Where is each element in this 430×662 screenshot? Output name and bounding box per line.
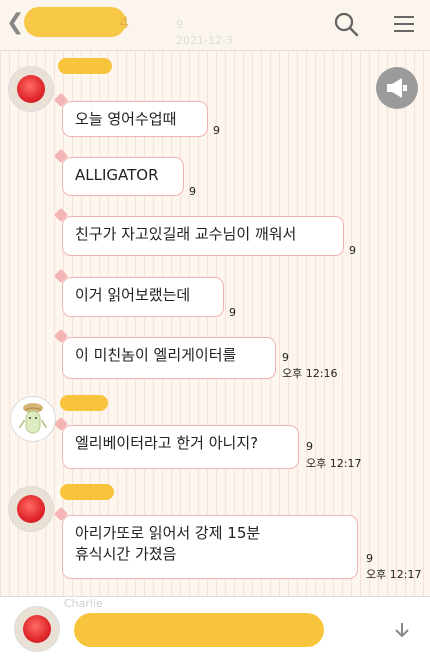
message-bubble[interactable]: 아리가또로 읽어서 강제 15분 휴식시간 가졌음 bbox=[62, 515, 358, 579]
chat-header: ❮ 4 9 2021-12-3 bbox=[0, 0, 430, 51]
sender-name-redacted bbox=[60, 395, 108, 411]
sender-name-redacted bbox=[58, 58, 112, 74]
message-bubble[interactable]: 이 미친놈이 엘리게이터를 bbox=[62, 337, 276, 379]
megaphone-icon[interactable] bbox=[376, 67, 418, 109]
unread-count: 9 bbox=[349, 244, 356, 257]
message-bubble[interactable]: 친구가 자고있길래 교수님이 깨워서 bbox=[62, 216, 344, 256]
faded-sender-name: Charlie bbox=[64, 597, 103, 610]
message-line: 아리가또로 읽어서 강제 15분 bbox=[75, 524, 261, 542]
message-line: 휴식시간 가졌음 bbox=[75, 545, 177, 563]
chevron-left-icon[interactable]: ❮ bbox=[6, 10, 24, 35]
message-timestamp: 오후 12:17 bbox=[306, 457, 362, 470]
message-timestamp: 오후 12:16 bbox=[282, 367, 338, 380]
bottom-preview-bar: Charlie bbox=[0, 596, 430, 662]
search-icon[interactable] bbox=[333, 11, 359, 37]
faded-number: 9 bbox=[176, 18, 183, 31]
member-count: 4 bbox=[119, 13, 130, 32]
avatar[interactable] bbox=[14, 606, 60, 652]
message-preview-redacted[interactable] bbox=[74, 613, 324, 647]
arrow-down-icon[interactable] bbox=[393, 621, 411, 639]
avatar[interactable] bbox=[10, 396, 56, 442]
faded-date: 2021-12-3 bbox=[176, 34, 233, 47]
unread-count: 9 bbox=[282, 351, 289, 364]
unread-count: 9 bbox=[229, 306, 236, 319]
unread-count: 9 bbox=[306, 440, 313, 453]
message-bubble[interactable]: 오늘 영어수업때 bbox=[62, 101, 208, 137]
hamburger-menu-icon[interactable] bbox=[391, 11, 417, 37]
unread-count: 9 bbox=[366, 552, 373, 565]
message-bubble[interactable]: 이거 읽어보랬는데 bbox=[62, 277, 224, 317]
unread-count: 9 bbox=[189, 185, 196, 198]
avatar[interactable] bbox=[8, 486, 54, 532]
avatar[interactable] bbox=[8, 66, 54, 112]
message-timestamp: 오후 12:17 bbox=[366, 568, 422, 581]
unread-count: 9 bbox=[213, 124, 220, 137]
message-bubble[interactable]: 엘리베이터라고 한거 아니지? bbox=[62, 425, 299, 469]
sender-name-redacted bbox=[60, 484, 114, 500]
message-bubble[interactable]: ALLIGATOR bbox=[62, 157, 184, 196]
chat-title-redacted bbox=[24, 7, 126, 37]
